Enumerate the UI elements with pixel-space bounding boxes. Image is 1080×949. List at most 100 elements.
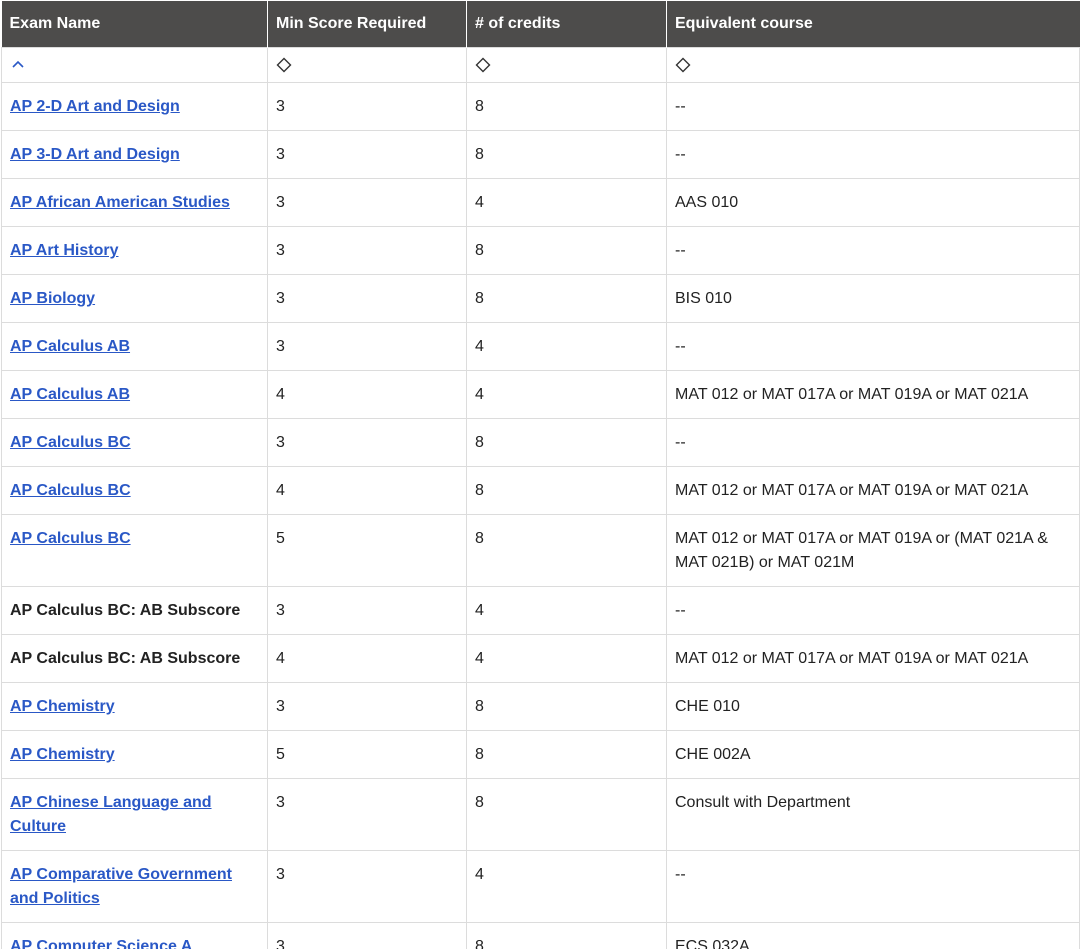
- table-row: AP Calculus BC: AB Subscore 4 4 MAT 012 or …: [1, 634, 1080, 683]
- credits-cell: 8: [466, 682, 667, 731]
- credits-cell: 8: [466, 418, 667, 467]
- exam-link[interactable]: AP Art History: [10, 242, 118, 259]
- credits-cell: 4: [466, 850, 667, 923]
- equivalent-course-cell: --: [666, 418, 1080, 467]
- exam-link[interactable]: AP Calculus BC: [10, 482, 131, 499]
- sort-icon[interactable]: [475, 57, 491, 73]
- table-body: AP 2-D Art and Design 3 8 -- AP 3-D Art and …: [1, 82, 1080, 949]
- exam-name-cell: AP Chemistry: [1, 682, 268, 731]
- exam-link[interactable]: AP Computer Science A: [10, 938, 192, 949]
- min-score-cell: 4: [267, 634, 467, 683]
- table-row: AP Art History 3 8 --: [1, 226, 1080, 275]
- exam-link[interactable]: AP Chemistry: [10, 698, 115, 715]
- table-row: AP Chemistry 3 8 CHE 010: [1, 682, 1080, 731]
- exam-name-cell: AP 2-D Art and Design: [1, 82, 268, 131]
- min-score-cell: 4: [267, 466, 467, 515]
- equivalent-course-cell: MAT 012 or MAT 017A or MAT 019A or MAT 0…: [666, 466, 1080, 515]
- equivalent-course-cell: --: [666, 586, 1080, 635]
- equivalent-course-cell: MAT 012 or MAT 017A or MAT 019A or MAT 0…: [666, 634, 1080, 683]
- credits-cell: 8: [466, 730, 667, 779]
- table-row: AP Calculus BC 5 8 MAT 012 or MAT 017A or M…: [1, 514, 1080, 587]
- min-score-cell: 4: [267, 370, 467, 419]
- exam-name-cell: AP Calculus BC: AB Subscore: [1, 634, 268, 683]
- sort-cell-exam-name[interactable]: [1, 47, 268, 83]
- equivalent-course-cell: --: [666, 322, 1080, 371]
- min-score-cell: 3: [267, 130, 467, 179]
- table-row: AP Computer Science A 3 8 ECS 032A: [1, 922, 1080, 949]
- exam-name-cell: AP Chinese Language and Culture: [1, 778, 268, 851]
- exam-name-cell: AP Chemistry: [1, 730, 268, 779]
- table-row: AP Calculus BC: AB Subscore 3 4 --: [1, 586, 1080, 635]
- exam-link[interactable]: AP Biology: [10, 290, 95, 307]
- equivalent-course-cell: AAS 010: [666, 178, 1080, 227]
- credits-cell: 8: [466, 274, 667, 323]
- exam-link[interactable]: AP African American Studies: [10, 194, 230, 211]
- min-score-cell: 5: [267, 730, 467, 779]
- sort-controls-row: [1, 47, 1080, 83]
- min-score-cell: 3: [267, 778, 467, 851]
- equivalent-course-cell: --: [666, 226, 1080, 275]
- min-score-cell: 3: [267, 322, 467, 371]
- min-score-cell: 3: [267, 226, 467, 275]
- table-row: AP 3-D Art and Design 3 8 --: [1, 130, 1080, 179]
- credits-cell: 4: [466, 178, 667, 227]
- min-score-cell: 3: [267, 922, 467, 949]
- exam-link[interactable]: AP Calculus BC: [10, 530, 131, 547]
- exam-name-cell: AP 3-D Art and Design: [1, 130, 268, 179]
- equivalent-course-cell: --: [666, 850, 1080, 923]
- exam-link[interactable]: AP Chinese Language and Culture: [10, 794, 212, 835]
- exam-name-text: AP Calculus BC: AB Subscore: [10, 602, 241, 619]
- exam-link[interactable]: AP Chemistry: [10, 746, 115, 763]
- table-row: AP Chemistry 5 8 CHE 002A: [1, 730, 1080, 779]
- column-header-equivalent-course: Equivalent course: [666, 1, 1080, 48]
- credits-cell: 4: [466, 634, 667, 683]
- table-row: AP African American Studies 3 4 AAS 010: [1, 178, 1080, 227]
- column-header-credits: # of credits: [466, 1, 667, 48]
- exam-link[interactable]: AP Calculus AB: [10, 338, 130, 355]
- exam-name-text: AP Calculus BC: AB Subscore: [10, 650, 241, 667]
- table-header-row: Exam Name Min Score Required # of credit…: [1, 1, 1080, 48]
- equivalent-course-cell: BIS 010: [666, 274, 1080, 323]
- equivalent-course-cell: MAT 012 or MAT 017A or MAT 019A or (MAT …: [666, 514, 1080, 587]
- sort-cell-credits[interactable]: [466, 47, 667, 83]
- exam-name-cell: AP Art History: [1, 226, 268, 275]
- credits-cell: 4: [466, 370, 667, 419]
- table-row: AP Calculus AB 4 4 MAT 012 or MAT 017A or M…: [1, 370, 1080, 419]
- sort-cell-equivalent-course[interactable]: [666, 47, 1080, 83]
- exam-name-cell: AP Comparative Government and Politics: [1, 850, 268, 923]
- exam-name-cell: AP Calculus BC: AB Subscore: [1, 586, 268, 635]
- sort-icon[interactable]: [675, 57, 691, 73]
- exam-name-cell: AP Biology: [1, 274, 268, 323]
- credits-cell: 4: [466, 586, 667, 635]
- exam-name-cell: AP Calculus BC: [1, 418, 268, 467]
- min-score-cell: 3: [267, 82, 467, 131]
- credits-cell: 8: [466, 922, 667, 949]
- exam-link[interactable]: AP 2-D Art and Design: [10, 98, 180, 115]
- exam-name-cell: AP African American Studies: [1, 178, 268, 227]
- sort-icon[interactable]: [276, 57, 292, 73]
- table-row: AP Calculus BC 3 8 --: [1, 418, 1080, 467]
- column-header-min-score: Min Score Required: [267, 1, 467, 48]
- sort-cell-min-score[interactable]: [267, 47, 467, 83]
- exam-name-cell: AP Calculus AB: [1, 322, 268, 371]
- exam-link[interactable]: AP 3-D Art and Design: [10, 146, 180, 163]
- exam-link[interactable]: AP Comparative Government and Politics: [10, 866, 232, 907]
- min-score-cell: 3: [267, 586, 467, 635]
- exam-link[interactable]: AP Calculus AB: [10, 386, 130, 403]
- table-row: AP Biology 3 8 BIS 010: [1, 274, 1080, 323]
- credits-cell: 8: [466, 466, 667, 515]
- sort-ascending-icon[interactable]: [10, 57, 26, 73]
- table-row: AP Calculus AB 3 4 --: [1, 322, 1080, 371]
- min-score-cell: 3: [267, 178, 467, 227]
- table-row: AP Chinese Language and Culture 3 8 Consult…: [1, 778, 1080, 851]
- column-header-exam-name: Exam Name: [1, 1, 268, 48]
- credits-cell: 8: [466, 514, 667, 587]
- min-score-cell: 3: [267, 274, 467, 323]
- equivalent-course-cell: MAT 012 or MAT 017A or MAT 019A or MAT 0…: [666, 370, 1080, 419]
- exam-link[interactable]: AP Calculus BC: [10, 434, 131, 451]
- credits-cell: 8: [466, 130, 667, 179]
- credits-cell: 8: [466, 226, 667, 275]
- equivalent-course-cell: --: [666, 82, 1080, 131]
- credits-cell: 8: [466, 82, 667, 131]
- min-score-cell: 3: [267, 682, 467, 731]
